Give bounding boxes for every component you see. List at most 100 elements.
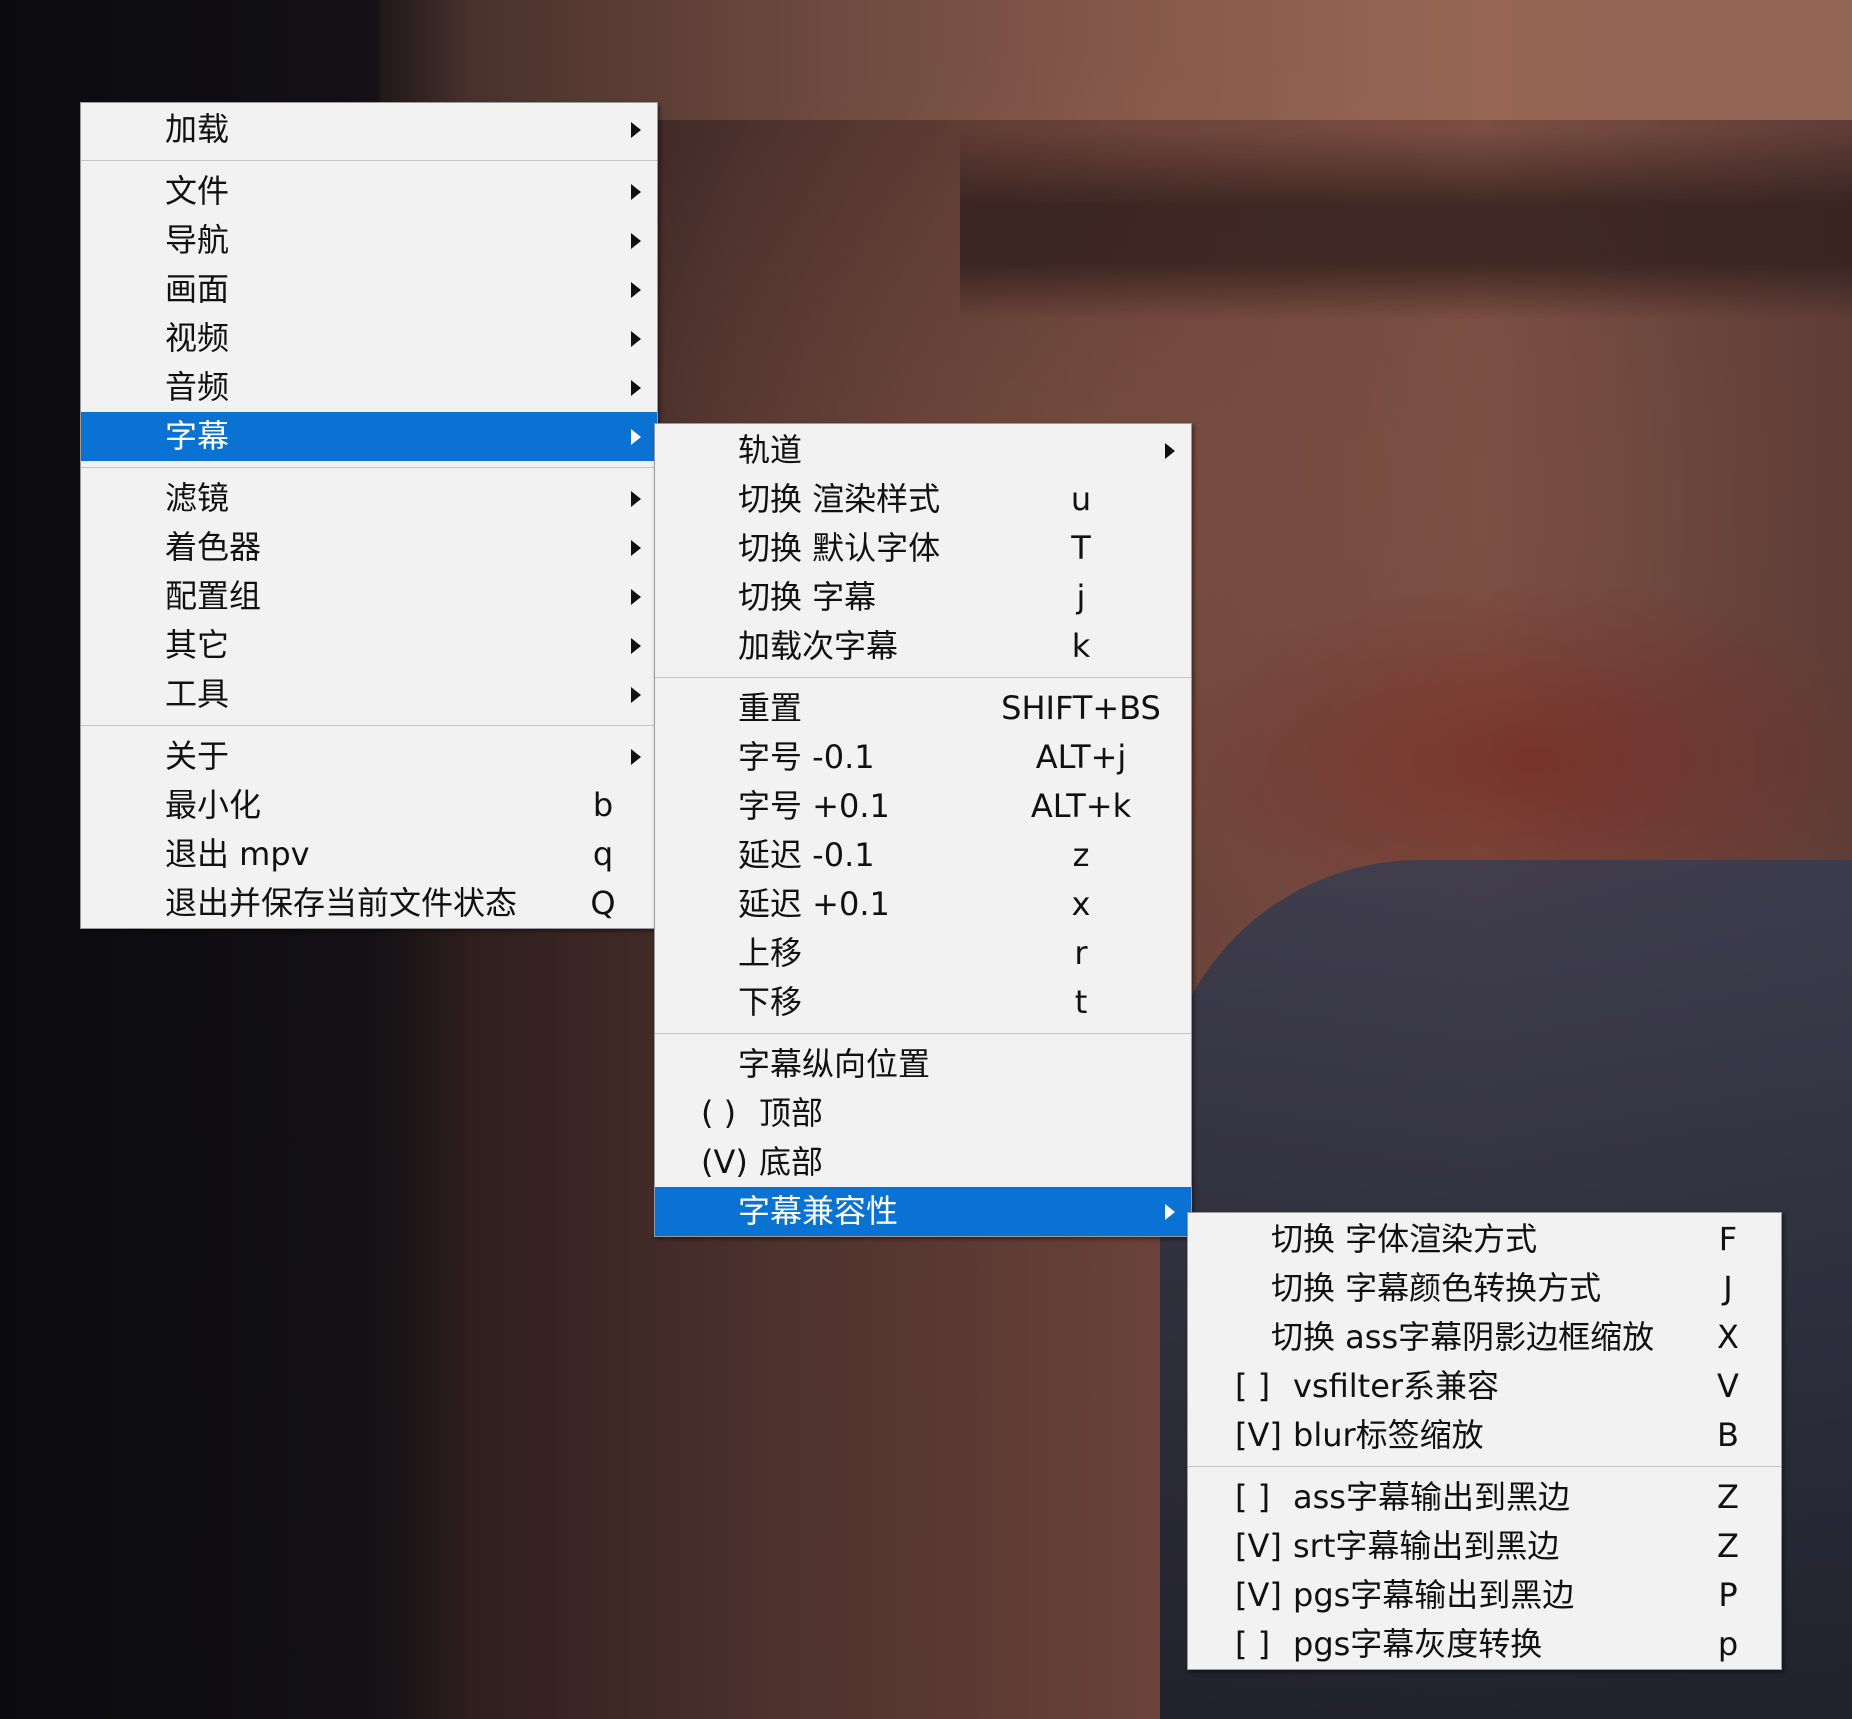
submenu-arrow-icon [631,589,641,605]
menu-item-label: 轨道 [738,431,803,469]
menu-item-shortcut: j [1076,578,1086,616]
menu-item[interactable]: [ ] pgs字幕灰度转换 p [1188,1620,1781,1669]
menu-item[interactable]: 画面 [81,265,657,314]
menu-item-label: 切换 ass字幕阴影边框缩放 [1271,1318,1655,1356]
menu-item-label: 着色器 [165,528,262,566]
menu-item-check-state: [ ] [1235,1478,1271,1516]
menu-item-label: 配置组 [165,577,262,615]
menu-item-label: 延迟 -0.1 [738,836,875,874]
menu-item-shortcut: r [1074,934,1088,972]
menu-item[interactable]: 工具 [81,670,657,719]
menu-item[interactable]: 导航 [81,216,657,265]
menu-item[interactable]: 延迟 -0.1 z [655,831,1191,880]
menu-item[interactable]: 下移 t [655,978,1191,1027]
menu-item-check-state: (V) [701,1143,748,1181]
menu-item-label: 关于 [165,737,230,775]
menu-item-label: 字号 +0.1 [738,787,890,825]
menu-item-label: 文件 [165,172,230,210]
menu-item[interactable]: 退出并保存当前文件状态 Q [81,879,657,928]
submenu-arrow-icon [631,184,641,200]
menu-item[interactable]: 切换 字幕颜色转换方式 J [1188,1264,1781,1313]
submenu-arrow-icon [631,491,641,507]
menu-item[interactable]: 加载 [81,105,657,154]
menu-item-shortcut: T [1071,529,1091,567]
menu-item[interactable]: 关于 [81,732,657,781]
menu-item-shortcut: P [1718,1576,1738,1614]
menu-item[interactable]: 字幕 [81,412,657,461]
menu-item-label: 音频 [165,368,230,406]
menu-item[interactable]: 加载次字幕 k [655,622,1191,671]
menu-item-shortcut: B [1717,1416,1739,1454]
menu-item[interactable]: 重置 SHIFT+BS [655,684,1191,733]
menu-item[interactable]: [V] blur标签缩放 B [1188,1411,1781,1460]
menu-item[interactable]: 切换 渲染样式 u [655,475,1191,524]
menu-item-label: 加载 [165,110,230,148]
menu-item-label: vsfilter系兼容 [1293,1367,1500,1405]
menu-item-label: 切换 渲染样式 [738,480,941,518]
menu-item-shortcut: z [1072,836,1090,874]
menu-item-shortcut: q [592,835,614,873]
menu-item[interactable]: [ ] ass字幕输出到黑边 Z [1188,1473,1781,1522]
submenu-arrow-icon [631,233,641,249]
menu-item[interactable]: 字幕纵向位置 [655,1040,1191,1089]
menu-item[interactable]: 切换 ass字幕阴影边框缩放 X [1188,1313,1781,1362]
menu-item[interactable]: [ ] vsfilter系兼容 V [1188,1362,1781,1411]
menu-item-shortcut: Z [1717,1478,1739,1516]
menu-item[interactable]: 字号 -0.1 ALT+j [655,733,1191,782]
menu-item-label: 切换 字幕颜色转换方式 [1271,1269,1602,1307]
menu-item-label: 字幕 [165,417,230,455]
context-menu-subtitle: 轨道切换 渲染样式 u 切换 默认字体 T 切换 字幕 j 加载次字幕 k 重置 SHIFT+BS… [654,423,1192,1237]
menu-item[interactable]: [V] srt字幕输出到黑边 Z [1188,1522,1781,1571]
menu-item-label: pgs字幕灰度转换 [1293,1625,1543,1663]
submenu-arrow-icon [631,749,641,765]
menu-item-check-state: ( ) [701,1094,737,1132]
menu-item[interactable]: 轨道 [655,426,1191,475]
menu-item-shortcut: F [1718,1220,1738,1258]
menu-item-check-state: [V] [1235,1576,1282,1614]
submenu-arrow-icon [1165,443,1175,459]
menu-item[interactable]: 其它 [81,621,657,670]
submenu-arrow-icon [631,331,641,347]
menu-separator [655,1027,1191,1040]
menu-item-label: 画面 [165,270,230,308]
menu-item[interactable]: 字幕兼容性 [655,1187,1191,1236]
menu-item[interactable]: 切换 默认字体 T [655,524,1191,573]
menu-item-check-state: [ ] [1235,1625,1271,1663]
menu-item-label: 字号 -0.1 [738,738,875,776]
menu-item-shortcut: Q [590,884,616,922]
menu-item-label: 顶部 [759,1094,824,1132]
menu-item[interactable]: 音频 [81,363,657,412]
menu-item[interactable]: 着色器 [81,523,657,572]
menu-item-label: 延迟 +0.1 [738,885,890,923]
menu-item-label: 切换 默认字体 [738,529,941,567]
menu-item[interactable]: 字号 +0.1 ALT+k [655,782,1191,831]
menu-item-shortcut: X [1717,1318,1739,1356]
menu-item-shortcut: Z [1717,1527,1739,1565]
menu-item[interactable]: [V] pgs字幕输出到黑边 P [1188,1571,1781,1620]
submenu-arrow-icon [631,282,641,298]
menu-separator [1188,1460,1781,1473]
submenu-arrow-icon [631,638,641,654]
menu-item-check-state: [V] [1235,1527,1282,1565]
menu-item[interactable]: 视频 [81,314,657,363]
menu-item[interactable]: 切换 字体渲染方式 F [1188,1215,1781,1264]
menu-item-label: 重置 [738,689,803,727]
menu-item[interactable]: 滤镜 [81,474,657,523]
menu-item[interactable]: 退出 mpv q [81,830,657,879]
menu-item-label: blur标签缩放 [1293,1416,1484,1454]
menu-separator [655,671,1191,684]
menu-item[interactable]: 上移 r [655,929,1191,978]
menu-item[interactable]: 配置组 [81,572,657,621]
menu-item[interactable]: 切换 字幕 j [655,573,1191,622]
menu-item[interactable]: (V) 底部 [655,1138,1191,1187]
menu-item-shortcut: u [1070,480,1092,518]
menu-item[interactable]: 文件 [81,167,657,216]
video-background-sign [960,130,1852,320]
submenu-arrow-icon [631,687,641,703]
menu-item-shortcut: t [1074,983,1088,1021]
menu-item[interactable]: 延迟 +0.1 x [655,880,1191,929]
menu-item[interactable]: ( ) 顶部 [655,1089,1191,1138]
menu-item-label: 滤镜 [165,479,230,517]
menu-item-shortcut: k [1071,627,1091,665]
menu-item[interactable]: 最小化 b [81,781,657,830]
